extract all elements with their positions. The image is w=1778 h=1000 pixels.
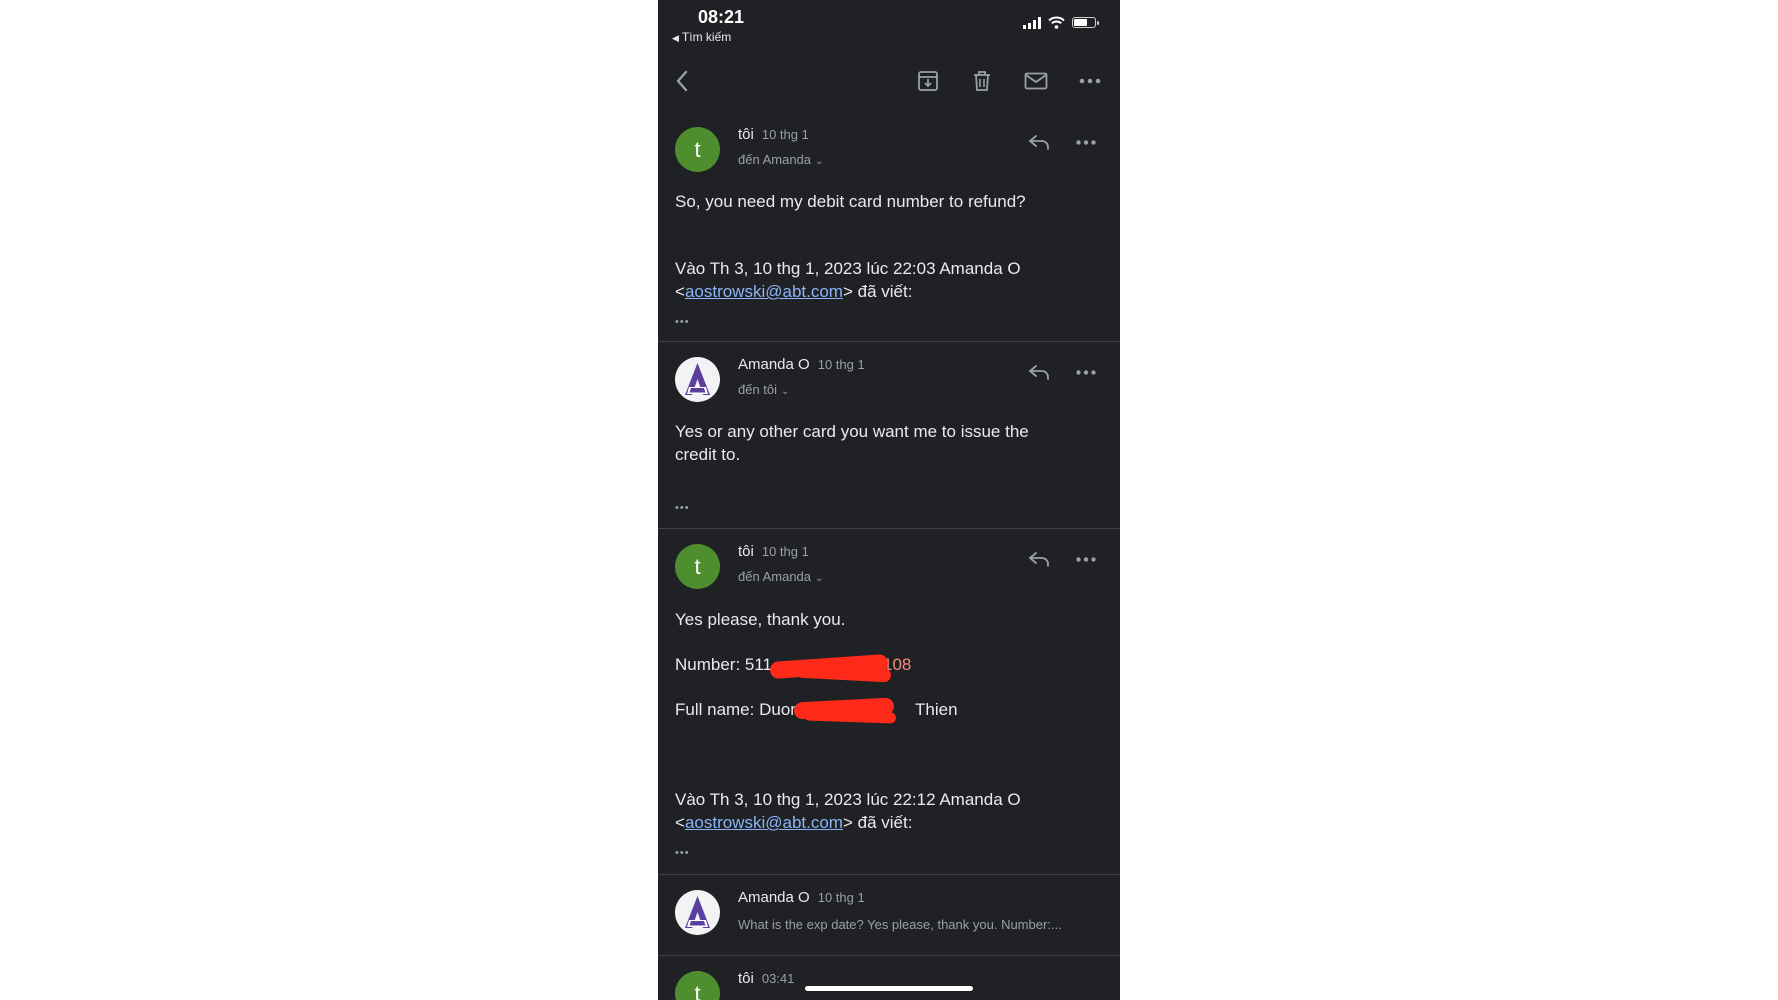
mail-icon[interactable] <box>1022 68 1050 94</box>
message-more-icon[interactable] <box>1076 370 1096 375</box>
archive-icon[interactable] <box>914 68 942 94</box>
reply-icon[interactable] <box>1028 134 1050 150</box>
message-body: Yes please, thank you. <box>675 610 846 629</box>
email-toolbar <box>658 58 1120 104</box>
amanda-avatar-icon <box>685 363 710 395</box>
quoted-suffix: > đã viết: <box>842 813 913 832</box>
message-body: Yes or any other card you want me to iss… <box>675 422 1029 464</box>
message-body: So, you need my debit card number to ref… <box>675 192 1026 211</box>
message-more-icon[interactable] <box>1076 557 1096 562</box>
more-icon[interactable] <box>1076 68 1104 94</box>
recipient-toggle[interactable]: đến Amanda ⌄ <box>738 152 823 167</box>
recipient-label: đến Amanda <box>738 152 812 167</box>
email-thread: t tôi 10 thg 1 đến Amanda ⌄ So, you need m… <box>658 112 1120 1000</box>
status-icons <box>1023 16 1099 29</box>
message-date: 10 thg 1 <box>761 544 809 559</box>
quoted-suffix: > đã viết: <box>842 282 913 301</box>
message-item[interactable]: Amanda O 10 thg 1 đến tôi ⌄ Yes or any oth… <box>658 341 1120 528</box>
avatar <box>675 357 720 402</box>
sender-name: tôi <box>738 970 754 987</box>
collapsed-message-item[interactable]: t tôi 03:41 <box>658 955 1120 1000</box>
home-indicator[interactable] <box>805 986 973 991</box>
recipient-toggle[interactable]: đến tôi ⌄ <box>738 382 789 397</box>
message-snippet: What is the exp date? Yes please, thank … <box>738 917 1062 932</box>
reply-icon[interactable] <box>1028 364 1050 380</box>
quoted-line: Vào Th 3, 10 thg 1, 2023 lúc 22:03 Amand… <box>675 259 1021 278</box>
back-triangle-icon: ◀ <box>672 33 679 43</box>
ellipsis-icon: ••• <box>675 316 690 328</box>
back-to-search-label: Tìm kiếm <box>681 30 732 44</box>
show-trimmed-content-button[interactable]: ••• <box>675 312 690 330</box>
sender-name: Amanda O <box>738 356 810 373</box>
collapsed-message-item[interactable]: Amanda O 10 thg 1 What is the exp date? Y… <box>658 874 1120 955</box>
ellipsis-icon: ••• <box>675 847 690 859</box>
show-trimmed-content-button[interactable]: ••• <box>675 843 690 861</box>
full-name-label: Full name: Duon <box>675 700 800 719</box>
status-bar: 08:21 ◀ Tìm kiếm <box>658 0 1120 48</box>
message-date: 10 thg 1 <box>817 890 865 905</box>
show-trimmed-content-button[interactable]: ••• <box>675 498 690 516</box>
quoted-line: Vào Th 3, 10 thg 1, 2023 lúc 22:12 Amand… <box>675 790 1021 809</box>
recipient-label: đến Amanda <box>738 569 812 584</box>
message-item[interactable]: t tôi 10 thg 1 đến Amanda ⌄ So, you need m… <box>658 112 1120 341</box>
recipient-toggle[interactable]: đến Amanda ⌄ <box>738 569 823 584</box>
quoted-header: Vào Th 3, 10 thg 1, 2023 lúc 22:03 Amand… <box>675 259 1021 301</box>
card-number-label: Number: 511 <box>675 655 773 674</box>
avatar: t <box>675 127 720 172</box>
chevron-down-icon: ⌄ <box>781 386 790 397</box>
avatar: t <box>675 971 720 1000</box>
ellipsis-icon: ••• <box>675 502 690 514</box>
message-date: 03:41 <box>761 971 795 986</box>
message-header: Amanda O 10 thg 1 <box>738 889 865 906</box>
message-header: tôi 10 thg 1 <box>738 126 809 143</box>
redaction-mark <box>803 709 897 724</box>
message-item[interactable]: t tôi 10 thg 1 đến Amanda ⌄ Yes please, th… <box>658 528 1120 874</box>
phone-screen: 08:21 ◀ Tìm kiếm t tôi 10 thg 1 đến Aman… <box>658 0 1120 1000</box>
recipient-label: đến tôi <box>738 382 778 397</box>
avatar <box>675 890 720 935</box>
message-header: Amanda O 10 thg 1 <box>738 356 865 373</box>
back-icon[interactable] <box>668 68 696 94</box>
chevron-down-icon: ⌄ <box>815 156 824 167</box>
sender-name: Amanda O <box>738 889 810 906</box>
sender-name: tôi <box>738 126 754 143</box>
back-to-search-link[interactable]: ◀ Tìm kiếm <box>672 30 731 44</box>
wifi-icon <box>1048 16 1065 29</box>
quoted-header: Vào Th 3, 10 thg 1, 2023 lúc 22:12 Amand… <box>675 790 1021 832</box>
sender-name: tôi <box>738 543 754 560</box>
reply-icon[interactable] <box>1028 551 1050 567</box>
status-time: 08:21 <box>698 7 745 27</box>
amanda-avatar-icon <box>685 896 710 928</box>
full-name-tail: Thien <box>915 700 958 719</box>
message-more-icon[interactable] <box>1076 140 1096 145</box>
avatar: t <box>675 544 720 589</box>
message-header: tôi 10 thg 1 <box>738 543 809 560</box>
cellular-signal-icon <box>1023 16 1041 29</box>
message-date: 10 thg 1 <box>761 127 809 142</box>
email-link[interactable]: aostrowski@abt.com <box>685 282 843 301</box>
battery-icon <box>1072 17 1099 28</box>
message-header: tôi 03:41 <box>738 970 794 987</box>
chevron-down-icon: ⌄ <box>815 573 824 584</box>
message-date: 10 thg 1 <box>817 357 865 372</box>
trash-icon[interactable] <box>968 68 996 94</box>
email-link[interactable]: aostrowski@abt.com <box>685 813 843 832</box>
